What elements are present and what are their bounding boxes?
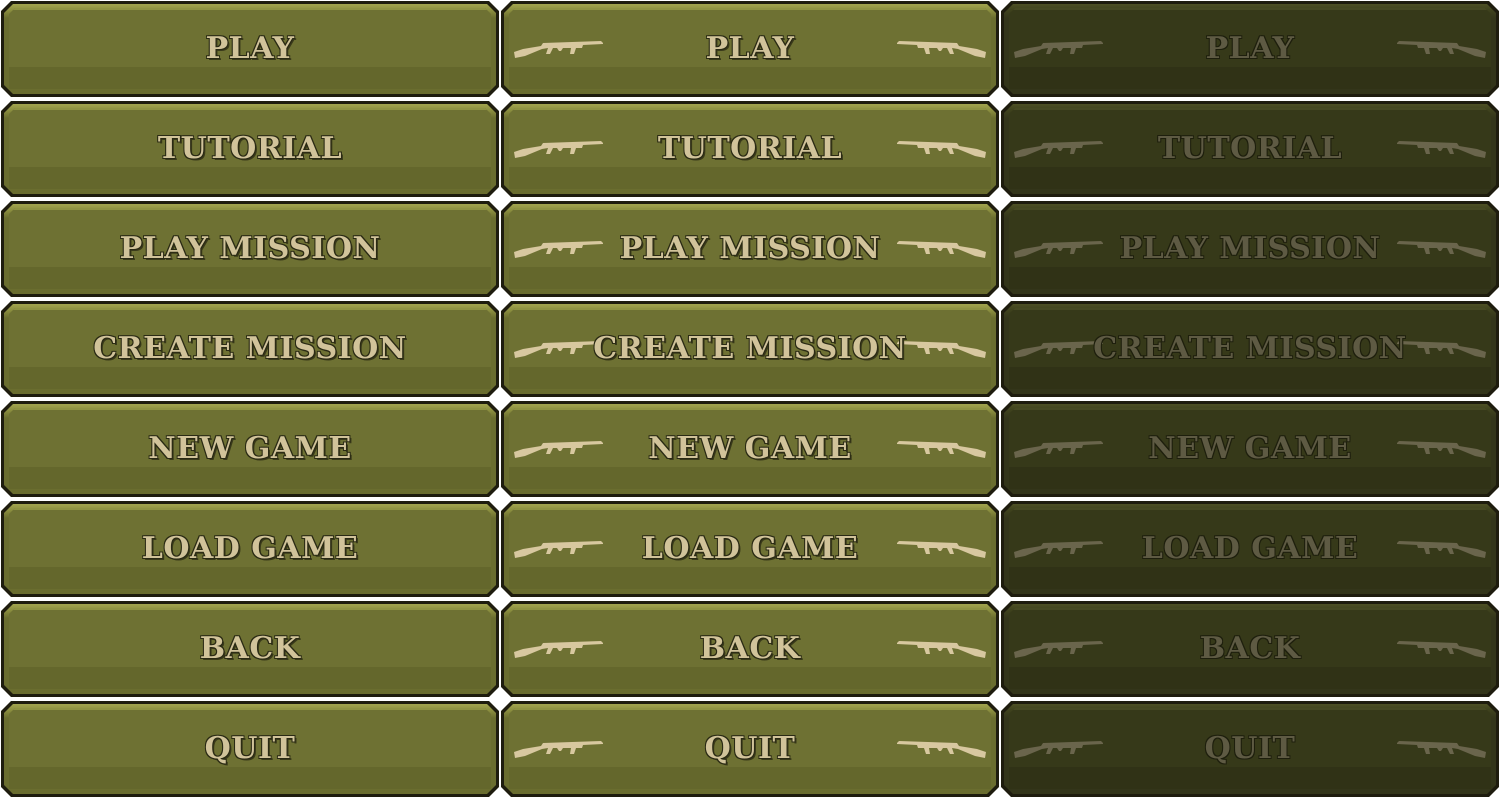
button-label: CREATE MISSION [1093,330,1407,366]
new-game-button-disabled: NEW GAME [1001,401,1499,497]
play-button-hover[interactable]: PLAY [501,1,999,97]
load-game-button-normal[interactable]: LOAD GAME [1,501,499,597]
tutorial-button-disabled: TUTORIAL [1001,101,1499,197]
button-label: PLAY [205,30,295,66]
button-label: QUIT [704,730,796,766]
button-label: NEW GAME [148,430,352,466]
tutorial-button-normal[interactable]: TUTORIAL [1,101,499,197]
button-label: BACK [199,630,301,666]
back-button-normal[interactable]: BACK [1,601,499,697]
create-mission-button-disabled: CREATE MISSION [1001,301,1499,397]
button-label: QUIT [204,730,296,766]
button-label: TUTORIAL [157,130,343,166]
button-label: QUIT [1204,730,1296,766]
button-label: LOAD GAME [141,530,359,566]
button-label: TUTORIAL [657,130,843,166]
play-mission-button-normal[interactable]: PLAY MISSION [1,201,499,297]
button-label: CREATE MISSION [93,330,407,366]
create-mission-button-normal[interactable]: CREATE MISSION [1,301,499,397]
button-label: PLAY MISSION [1119,230,1381,266]
tutorial-button-hover[interactable]: TUTORIAL [501,101,999,197]
create-mission-button-hover[interactable]: CREATE MISSION [501,301,999,397]
button-label: PLAY [705,30,795,66]
quit-button-normal[interactable]: QUIT [1,701,499,797]
load-game-button-hover[interactable]: LOAD GAME [501,501,999,597]
back-button-disabled: BACK [1001,601,1499,697]
button-label: BACK [1199,630,1301,666]
load-game-button-disabled: LOAD GAME [1001,501,1499,597]
quit-button-disabled: QUIT [1001,701,1499,797]
button-label: TUTORIAL [1157,130,1343,166]
button-label: NEW GAME [1148,430,1352,466]
play-mission-button-hover[interactable]: PLAY MISSION [501,201,999,297]
button-label: PLAY MISSION [619,230,881,266]
button-sprite-sheet: PLAY PLAY PLAY TUTORIAL TUTORIAL TUTORIAL… [0,0,1500,800]
play-mission-button-disabled: PLAY MISSION [1001,201,1499,297]
button-label: NEW GAME [648,430,852,466]
play-button-disabled: PLAY [1001,1,1499,97]
new-game-button-hover[interactable]: NEW GAME [501,401,999,497]
button-label: PLAY MISSION [119,230,381,266]
button-label: BACK [699,630,801,666]
button-label: CREATE MISSION [593,330,907,366]
button-label: LOAD GAME [641,530,859,566]
back-button-hover[interactable]: BACK [501,601,999,697]
play-button-normal[interactable]: PLAY [1,1,499,97]
quit-button-hover[interactable]: QUIT [501,701,999,797]
new-game-button-normal[interactable]: NEW GAME [1,401,499,497]
button-label: LOAD GAME [1141,530,1359,566]
button-label: PLAY [1205,30,1295,66]
